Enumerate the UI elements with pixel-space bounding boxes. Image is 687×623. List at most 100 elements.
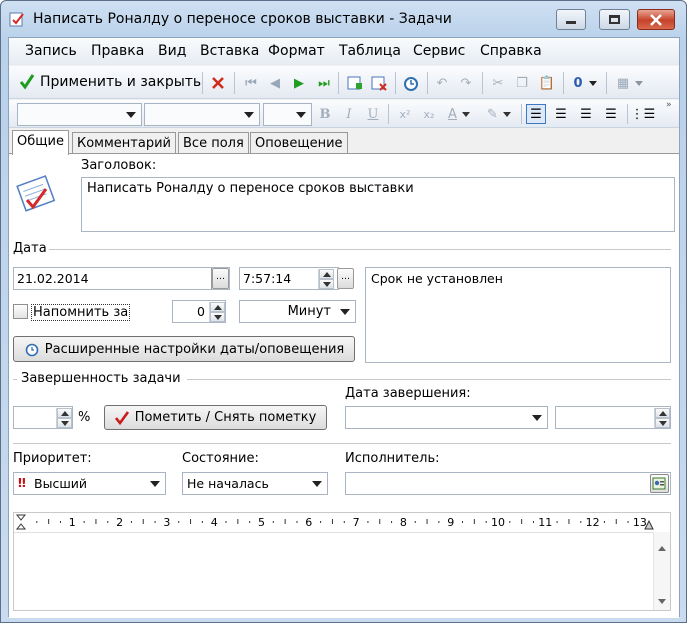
last-record-button[interactable]: ⏭	[314, 73, 334, 93]
ruler-minor-tick	[284, 519, 286, 524]
bullet-list-button[interactable]: ⋮☰	[631, 104, 656, 124]
notes-editor[interactable]: 1 2 3 4 5 6 7 8 9 10 11 12 13	[13, 512, 671, 611]
assignee-picker-button[interactable]	[650, 474, 669, 493]
apply-close-button[interactable]: Применить и закрыть	[19, 71, 201, 93]
ruler-minor-tick	[473, 519, 475, 524]
toolbar-separator	[202, 72, 203, 94]
tab-all-fields[interactable]: Все поля	[178, 132, 249, 154]
menu-edit[interactable]: Правка	[91, 43, 144, 59]
tab-notification[interactable]: Оповещение	[250, 132, 348, 154]
table-dropdown-button[interactable]: ▦	[612, 73, 648, 93]
alarm-button[interactable]	[401, 73, 421, 93]
toolbar-separator	[563, 72, 564, 94]
menu-table[interactable]: Таблица	[339, 43, 401, 59]
mark-toggle-button[interactable]: Пометить / Снять пометку	[104, 405, 327, 430]
time-spinner[interactable]	[318, 269, 334, 289]
underline-icon: U	[367, 106, 379, 122]
spin-down-icon[interactable]	[210, 312, 225, 322]
next-record-button[interactable]: ▶	[289, 73, 309, 93]
subscript-icon: x₂	[423, 107, 435, 121]
remind-unit-combo[interactable]: Минут	[239, 300, 356, 323]
remind-label[interactable]: Напомнить за	[31, 304, 131, 321]
assignee-label: Исполнитель:	[345, 451, 440, 466]
completion-time-spinner[interactable]	[654, 408, 670, 428]
attach-dropdown-button[interactable]: 0	[569, 73, 601, 93]
spin-up-icon[interactable]	[319, 269, 334, 279]
menu-view[interactable]: Вид	[158, 43, 186, 59]
ruler-minor-tick	[627, 521, 629, 523]
state-value: Не началась	[187, 476, 269, 491]
subscript-button[interactable]: x₂	[419, 104, 439, 124]
date-field[interactable]: 21.02.2014	[13, 267, 230, 290]
cut-button[interactable]: ✂	[488, 73, 508, 93]
spin-down-icon[interactable]	[319, 279, 334, 289]
spin-up-icon[interactable]	[655, 408, 670, 418]
time-field[interactable]: 7:57:14	[239, 267, 339, 290]
toolbar-overflow-icon[interactable]: »	[666, 100, 672, 110]
highlight-button[interactable]: ✎	[481, 104, 517, 124]
remind-count-spinner[interactable]	[209, 302, 225, 322]
scroll-up-icon[interactable]	[658, 546, 666, 551]
notes-text-area[interactable]	[14, 532, 670, 612]
spin-down-icon[interactable]	[57, 418, 72, 428]
menu-help[interactable]: Справка	[480, 43, 542, 59]
deadline-text: Срок не установлен	[371, 271, 503, 286]
underline-button[interactable]: U	[363, 104, 383, 124]
percent-spinner[interactable]	[56, 408, 72, 428]
percent-field[interactable]	[13, 406, 73, 429]
subject-field[interactable]: Написать Роналду о переносе сроков выста…	[81, 177, 675, 232]
delete-button[interactable]	[208, 73, 228, 93]
copy-button[interactable]: ❐	[512, 73, 532, 93]
spin-up-icon[interactable]	[210, 302, 225, 312]
new-record-button[interactable]	[345, 73, 365, 93]
menu-record[interactable]: Запись	[25, 43, 77, 59]
main-toolbar: Применить и закрыть ⏮ ◀ ▶ ⏭ ↶ ↷ ✂ ❐ 📋 0 …	[9, 66, 679, 99]
ruler-minor-tick	[95, 519, 97, 524]
minimize-button[interactable]	[556, 9, 586, 30]
maximize-button[interactable]	[599, 9, 630, 30]
priority-combo[interactable]: ‼ Высший	[13, 472, 166, 495]
scroll-down-icon[interactable]	[658, 599, 666, 604]
redo-button[interactable]: ↷	[456, 73, 476, 93]
font-name-combo[interactable]	[17, 103, 142, 126]
state-combo[interactable]: Не началась	[182, 472, 328, 495]
close-button[interactable]	[637, 9, 675, 30]
completion-date-combo[interactable]	[345, 406, 548, 429]
font-size-combo[interactable]	[263, 103, 312, 126]
prev-record-button[interactable]: ◀	[265, 73, 285, 93]
remind-count-field[interactable]: 0	[172, 300, 226, 323]
paste-button[interactable]: 📋	[537, 73, 557, 93]
notes-scrollbar[interactable]	[653, 532, 670, 610]
menu-format[interactable]: Формат	[268, 43, 325, 59]
tab-general[interactable]: Общие	[12, 130, 69, 155]
contacts-icon	[652, 477, 666, 490]
delete-record-button[interactable]	[369, 73, 389, 93]
italic-button[interactable]: I	[339, 104, 359, 124]
time-picker-button[interactable]: …	[337, 268, 354, 289]
date-picker-button[interactable]: …	[212, 268, 229, 289]
justify-button[interactable]: ☰	[601, 104, 621, 124]
first-record-button[interactable]: ⏮	[241, 73, 261, 93]
ruler-minor-tick	[379, 519, 381, 524]
style-combo[interactable]	[144, 103, 260, 126]
undo-button[interactable]: ↶	[432, 73, 452, 93]
toolbar-separator	[627, 104, 628, 124]
spin-up-icon[interactable]	[57, 408, 72, 418]
advanced-date-settings-button[interactable]: Расширенные настройки даты/оповещения	[13, 336, 355, 362]
completion-time-field[interactable]	[555, 406, 671, 429]
superscript-button[interactable]: x²	[395, 104, 415, 124]
tab-comment[interactable]: Комментарий	[72, 132, 176, 154]
align-right-button[interactable]: ☰	[576, 104, 596, 124]
spin-down-icon[interactable]	[655, 418, 670, 428]
delete-x-icon	[212, 77, 224, 89]
ruler-minor-tick	[343, 521, 345, 523]
bold-button[interactable]: B	[315, 104, 335, 124]
menu-tools[interactable]: Сервис	[413, 43, 465, 59]
font-color-button[interactable]: A	[443, 104, 475, 124]
align-left-button[interactable]: ☰	[526, 104, 546, 124]
align-center-button[interactable]: ☰	[551, 104, 571, 124]
assignee-field[interactable]	[345, 472, 671, 495]
ruler-tick-label: 11	[538, 516, 552, 529]
menu-insert[interactable]: Вставка	[200, 43, 259, 59]
remind-checkbox[interactable]	[13, 304, 28, 319]
